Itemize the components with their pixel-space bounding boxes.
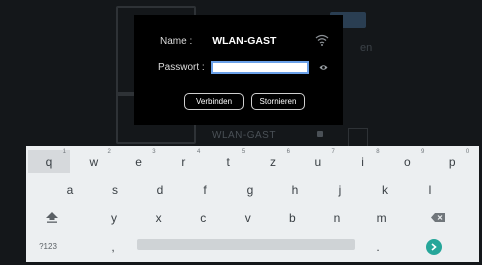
key-label: p <box>448 154 456 169</box>
network-name-row: Name : WLAN-GAST <box>160 35 276 47</box>
comma-key[interactable]: , <box>98 235 128 258</box>
key-label: q <box>45 154 53 169</box>
key-w[interactable]: w2 <box>73 149 115 173</box>
key-h[interactable]: h <box>275 178 315 201</box>
key-n[interactable]: n <box>317 206 357 229</box>
key-c[interactable]: c <box>183 206 223 229</box>
key-label: e <box>135 154 142 169</box>
period-key[interactable]: . <box>363 235 393 258</box>
symbols-key[interactable]: ?123 <box>28 235 68 258</box>
backspace-icon <box>431 213 445 222</box>
key-number-hint: 6 <box>286 149 290 155</box>
key-m[interactable]: m <box>362 206 402 229</box>
background-frame <box>348 128 368 148</box>
key-number-hint: 1 <box>62 149 66 155</box>
network-name-value: WLAN-GAST <box>212 35 277 47</box>
password-label: Passwort : <box>158 62 205 73</box>
key-label: w <box>89 154 99 169</box>
key-label: t <box>226 154 230 169</box>
key-number-hint: 3 <box>152 149 156 155</box>
enter-key[interactable] <box>426 239 442 255</box>
key-s[interactable]: s <box>95 178 135 201</box>
wifi-signal-icon <box>315 34 329 46</box>
shift-arrow-icon <box>46 212 58 223</box>
key-number-hint: 4 <box>197 149 201 155</box>
key-q[interactable]: q1 <box>28 149 70 173</box>
key-b[interactable]: b <box>272 206 312 229</box>
shift-key[interactable] <box>32 206 72 229</box>
key-y[interactable]: y <box>94 206 134 229</box>
key-label: z <box>270 154 276 169</box>
show-password-eye-icon[interactable] <box>319 64 328 71</box>
key-u[interactable]: u7 <box>297 149 339 173</box>
key-label: o <box>404 154 411 169</box>
key-d[interactable]: d <box>140 178 180 201</box>
key-l[interactable]: l <box>410 178 450 201</box>
key-p[interactable]: p0 <box>431 149 473 173</box>
wifi-connect-dialog: Name : WLAN-GAST Passwort : Verbinden St… <box>134 15 343 125</box>
background-ssid-text: WLAN-GAST <box>212 130 276 141</box>
on-screen-keyboard: q1w2e3r4t5z6u7i8o9p0 asdfghjkl yxcvbnm ?… <box>26 146 479 262</box>
key-label: i <box>361 154 364 169</box>
key-e[interactable]: e3 <box>118 149 160 173</box>
cancel-button[interactable]: Stornieren <box>251 93 305 110</box>
key-z[interactable]: z6 <box>252 149 294 173</box>
key-number-hint: 8 <box>376 149 380 155</box>
key-t[interactable]: t5 <box>207 149 249 173</box>
key-label: u <box>314 154 322 169</box>
key-k[interactable]: k <box>365 178 405 201</box>
key-r[interactable]: r4 <box>162 149 204 173</box>
name-label: Name : <box>160 35 193 47</box>
key-f[interactable]: f <box>185 178 225 201</box>
key-number-hint: 9 <box>421 149 425 155</box>
key-v[interactable]: v <box>228 206 268 229</box>
password-row: Passwort : <box>158 61 309 74</box>
key-j[interactable]: j <box>320 178 360 201</box>
key-g[interactable]: g <box>230 178 270 201</box>
key-label: r <box>181 154 186 169</box>
key-number-hint: 0 <box>465 149 470 155</box>
lock-icon <box>317 131 323 137</box>
enter-arrow-icon <box>431 243 437 251</box>
key-x[interactable]: x <box>139 206 179 229</box>
key-number-hint: 7 <box>331 149 335 155</box>
key-o[interactable]: o9 <box>386 149 428 173</box>
key-i[interactable]: i8 <box>342 149 384 173</box>
background-partial-text: en <box>360 42 373 54</box>
connect-button[interactable]: Verbinden <box>184 93 244 110</box>
key-number-hint: 2 <box>107 149 111 155</box>
password-input[interactable] <box>210 61 309 74</box>
backspace-key[interactable] <box>418 206 458 229</box>
spacebar-key[interactable] <box>137 239 355 250</box>
key-a[interactable]: a <box>50 178 90 201</box>
key-number-hint: 5 <box>241 149 246 155</box>
